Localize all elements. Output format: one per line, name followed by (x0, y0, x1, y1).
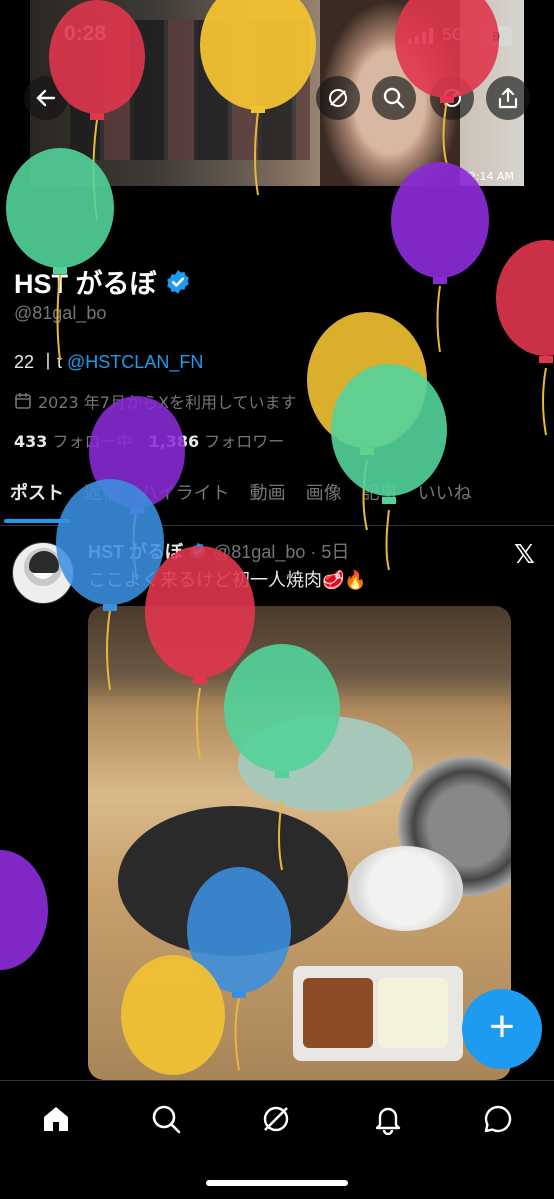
compose-post-button[interactable]: + (462, 989, 542, 1069)
tab-media[interactable]: 画像 (296, 478, 352, 526)
home-icon (44, 1107, 68, 1131)
home-indicator (206, 1180, 348, 1186)
post-header: HST がるぼ @81gal_bo · 5日 (88, 538, 349, 564)
grok-icon (443, 89, 461, 107)
tab-articles[interactable]: 記事 (352, 478, 408, 526)
profile-name-row: HST がるぼ (14, 262, 191, 301)
search-icon (383, 87, 405, 109)
back-arrow-icon (36, 89, 56, 107)
verified-badge-icon (190, 542, 206, 560)
nav-messages[interactable] (478, 1099, 518, 1139)
banner-timestamp: 02:14 AM (461, 170, 514, 183)
meat-plate (238, 716, 413, 811)
nav-search[interactable] (146, 1099, 186, 1139)
follow-stats: 433 フォロー中 1,386 フォロワー (14, 428, 284, 452)
notifications-icon (375, 1107, 401, 1135)
followers-count: 1,386 (148, 432, 200, 451)
nav-grok[interactable] (256, 1099, 296, 1139)
bio-text: 22 丨t (14, 352, 68, 372)
bio-mention-link[interactable]: @HSTCLAN_FN (67, 352, 203, 372)
battery-indicator: 9 (480, 26, 512, 46)
nav-home[interactable] (36, 1099, 76, 1139)
joined-text: 2023 年7月からXを利用しています (38, 393, 297, 412)
joined-date: 2023 年7月からXを利用しています (14, 389, 296, 413)
tab-likes[interactable]: いいね (408, 478, 482, 526)
post-meta: @81gal_bo · 5日 (213, 542, 350, 562)
signal-icon (408, 28, 433, 44)
post-author[interactable]: HST がるぼ (88, 538, 183, 564)
tab-posts[interactable]: ポスト (0, 478, 74, 526)
profile-name: HST がるぼ (14, 269, 157, 299)
tab-highlights[interactable]: ハイライト (130, 478, 240, 526)
messages-icon (484, 1105, 512, 1133)
status-bar: 0:28 5G 9 (0, 22, 554, 52)
post-text: ここよく来るけど初一人焼肉🥩🔥 (88, 570, 367, 591)
nav-notifications[interactable] (368, 1099, 408, 1139)
search-icon (152, 1105, 181, 1134)
following-count: 433 (14, 432, 48, 451)
profile-tabs: ポスト 返信 ハイライト 動画 画像 記事 いいね (0, 478, 554, 526)
calendar-icon (15, 393, 31, 409)
meat-plate-main (118, 806, 348, 956)
grok-icon (329, 89, 347, 107)
post-image[interactable] (88, 606, 511, 1080)
share-button[interactable] (486, 76, 530, 120)
following-link[interactable]: 433 フォロー中 (14, 428, 133, 452)
share-icon (498, 87, 518, 109)
rice-bowl (348, 846, 463, 931)
following-label: フォロー中 (52, 432, 133, 451)
grok-icon (263, 1106, 289, 1132)
profile-bio: 22 丨t @HSTCLAN_FN (14, 348, 203, 374)
sauce-dish (303, 978, 373, 1048)
profile-handle: @81gal_bo (14, 303, 107, 323)
status-time: 0:28 (64, 22, 107, 45)
sauce-dish (378, 978, 448, 1048)
tab-videos[interactable]: 動画 (240, 478, 296, 526)
x-logo-icon: 𝕏 (514, 540, 535, 570)
back-button[interactable] (24, 76, 68, 120)
balloon-purple (391, 162, 489, 353)
tab-replies[interactable]: 返信 (74, 478, 130, 526)
followers-label: フォロワー (204, 432, 285, 451)
search-button[interactable] (372, 76, 416, 120)
balloon-red (496, 240, 554, 436)
network-type: 5G (442, 25, 465, 44)
followers-link[interactable]: 1,386 フォロワー (149, 428, 285, 452)
grok-button[interactable] (316, 76, 360, 120)
more-button[interactable] (430, 76, 474, 120)
post-avatar[interactable] (12, 542, 74, 604)
verified-badge-icon[interactable] (165, 269, 191, 295)
balloon-purple (0, 850, 48, 970)
